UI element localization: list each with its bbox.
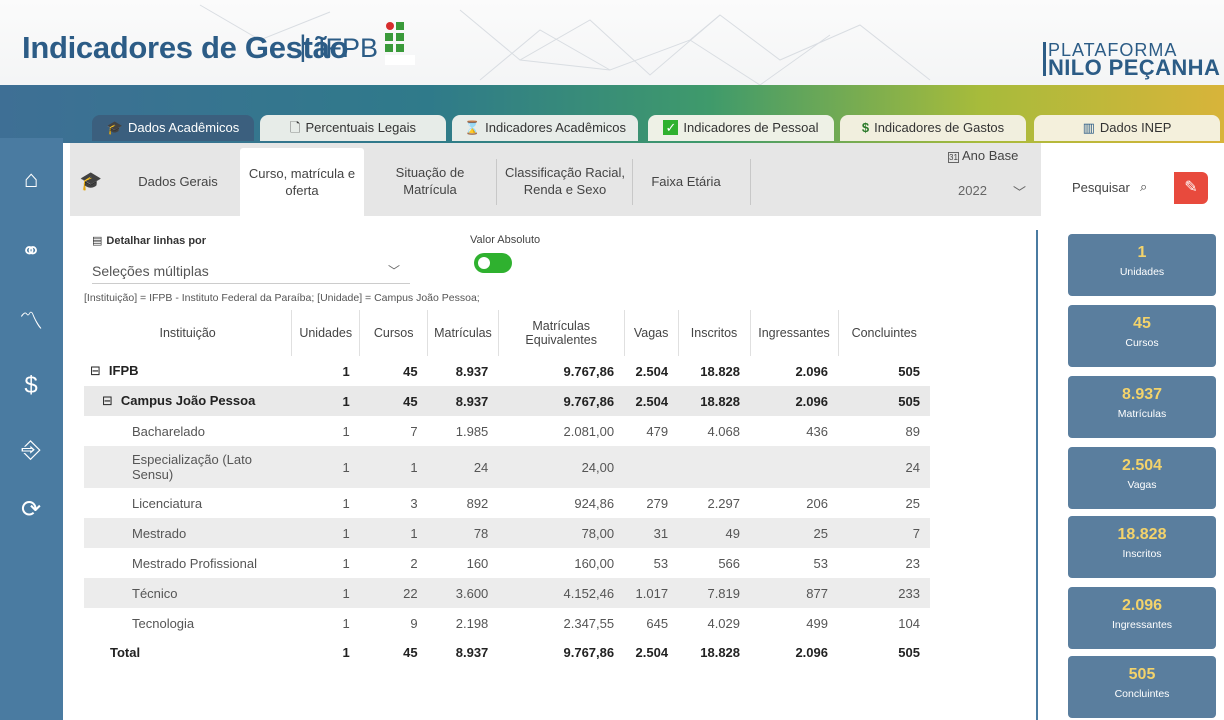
search-icon: ⌕ <box>1140 179 1148 194</box>
tab-indicadores-academicos[interactable]: ⌛ Indicadores Acadêmicos <box>452 115 638 141</box>
kpi-cursos: 45 Cursos <box>1068 305 1216 367</box>
col-header-instituicao[interactable]: Instituição <box>84 310 292 356</box>
ano-base-label: 31 Ano Base <box>948 148 1019 163</box>
subtab-classificacao-racial[interactable]: Classificação Racial, Renda e Sexo <box>500 151 630 211</box>
search-label: Pesquisar <box>1072 180 1130 195</box>
chevron-down-icon: ﹀ <box>1012 185 1026 200</box>
ano-base-select[interactable]: 2022 ﹀ <box>948 180 1034 204</box>
left-nav: ⌂ ⚭ 〽 $ ⎆ ⟳ <box>0 138 63 720</box>
subtab-divider <box>750 159 751 205</box>
active-filter-text: [Instituição] = IFPB - Instituto Federal… <box>84 292 480 304</box>
title-separator: | <box>299 30 307 63</box>
table-row: Bacharelado 1 7 1.985 2.081,00 479 4.068… <box>132 423 920 439</box>
collapse-icon[interactable]: ⊟ <box>102 393 113 408</box>
table-row: Especialização (Lato Sensu) 1 1 24 24,00… <box>84 446 930 488</box>
detail-lines-label: ▤ Detalhar linhas por <box>92 235 207 247</box>
col-header-inscritos[interactable]: Inscritos <box>677 310 751 356</box>
kpi-matriculas: 8.937 Matrículas <box>1068 376 1216 438</box>
platform-name: NILO PEÇANHA <box>1048 55 1221 80</box>
col-header-ingressantes[interactable]: Ingressantes <box>749 310 838 356</box>
col-header-matriculas-equivalentes[interactable]: Matrículas Equivalentes <box>497 310 625 356</box>
tab-indicadores-gastos[interactable]: $ Indicadores de Gastos <box>840 115 1026 141</box>
table-row: Técnico 1 22 3.600 4.152,46 1.017 7.819 … <box>84 578 930 608</box>
tab-indicadores-pessoal[interactable]: ✓ Indicadores de Pessoal <box>648 115 834 141</box>
refresh-money-icon[interactable]: ⟳ <box>15 494 47 526</box>
cap-icon: 🎓 <box>79 170 103 191</box>
subtab-divider <box>496 159 497 205</box>
eraser-icon: ✎ <box>1184 179 1198 196</box>
clear-filters-button[interactable]: ✎ <box>1174 172 1208 204</box>
toggle-knob <box>478 257 490 269</box>
col-header-unidades[interactable]: Unidades <box>291 310 360 356</box>
tab-dados-inep[interactable]: ▥ Dados INEP <box>1034 115 1220 141</box>
checkbox-icon: ✓ <box>663 120 679 135</box>
data-table: Instituição Unidades Cursos Matrículas M… <box>84 310 930 666</box>
table-row: Mestrado Profissional 1 2 160 160,00 53 … <box>132 555 920 571</box>
table-total-row: Total 1 45 8.937 9.767,86 2.504 18.828 2… <box>110 644 920 660</box>
col-header-matriculas[interactable]: Matrículas <box>427 310 499 356</box>
subtab-situacao-matricula[interactable]: Situação de Matrícula <box>370 151 490 211</box>
table-row: Mestrado 1 1 78 78,00 31 49 25 7 <box>84 518 930 548</box>
kpi-vagas: 2.504 Vagas <box>1068 447 1216 509</box>
valor-absoluto-toggle[interactable] <box>474 253 512 273</box>
detail-lines-select[interactable]: Seleções múltiplas ﹀ <box>92 258 410 284</box>
kpi-unidades: 1 Unidades <box>1068 234 1216 296</box>
network-icon[interactable]: ⚭ <box>15 236 47 268</box>
edit-icon: ▤ <box>92 235 103 247</box>
kpi-concluintes: 505 Concluintes <box>1068 656 1216 718</box>
table-header-row: Instituição Unidades Cursos Matrículas M… <box>84 310 930 356</box>
line-chart-icon[interactable]: 〽 <box>15 306 47 338</box>
dollar-icon: $ <box>861 120 870 135</box>
search-box[interactable]: Pesquisar ⌕ ✎ <box>1062 172 1208 204</box>
calendar-icon: 31 <box>948 152 959 163</box>
collapse-icon[interactable]: ⊟ <box>90 363 101 378</box>
if-logo <box>385 22 415 65</box>
subtab-faixa-etaria[interactable]: Faixa Etária <box>636 151 736 211</box>
graduation-cap-icon: 🎓 <box>106 120 123 135</box>
dollar-icon[interactable]: $ <box>15 370 47 402</box>
kpi-inscritos: 18.828 Inscritos <box>1068 516 1216 578</box>
header: Indicadores de Gestão | IFPB PLATAFORMA … <box>0 0 1224 95</box>
subtab-divider <box>632 159 633 205</box>
col-header-cursos[interactable]: Cursos <box>359 310 428 356</box>
col-header-vagas[interactable]: Vagas <box>623 310 679 356</box>
subtab-dados-gerais[interactable]: Dados Gerais <box>118 151 238 211</box>
kpi-divider <box>1036 230 1038 720</box>
platform-bar <box>1043 42 1046 76</box>
table-row: Licenciatura 1 3 892 924,86 279 2.297 20… <box>132 495 920 511</box>
table-row: ⊟ IFPB 1 45 8.937 9.767,86 2.504 18.828 2… <box>90 363 920 379</box>
tab-dados-academicos[interactable]: 🎓 Dados Acadêmicos <box>92 115 254 141</box>
document-icon: 🗋 <box>289 120 301 135</box>
col-header-concluintes[interactable]: Concluintes <box>837 310 930 356</box>
hourglass-icon: ⌛ <box>463 120 481 135</box>
subtab-bar: 🎓 Dados Gerais Curso, matrícula e oferta… <box>70 143 1041 216</box>
kpi-ingressantes: 2.096 Ingressantes <box>1068 587 1216 649</box>
bar-chart-icon: ▥ <box>1082 120 1095 135</box>
table-row: ⊟ Campus João Pessoa 1 45 8.937 9.767,86 … <box>84 386 930 416</box>
tab-percentuais-legais[interactable]: 🗋 Percentuais Legais <box>260 115 446 141</box>
table-row: Tecnologia 1 9 2.198 2.347,55 645 4.029 … <box>132 615 920 631</box>
chevron-down-icon: ﹀ <box>387 264 400 278</box>
org-name: IFPB <box>318 33 379 63</box>
presenter-icon[interactable]: ⎆ <box>15 434 47 466</box>
valor-absoluto-label: Valor Absoluto <box>470 234 541 246</box>
subtab-curso-matricula-oferta[interactable]: Curso, matrícula e oferta <box>240 148 364 216</box>
home-icon[interactable]: ⌂ <box>15 164 47 196</box>
